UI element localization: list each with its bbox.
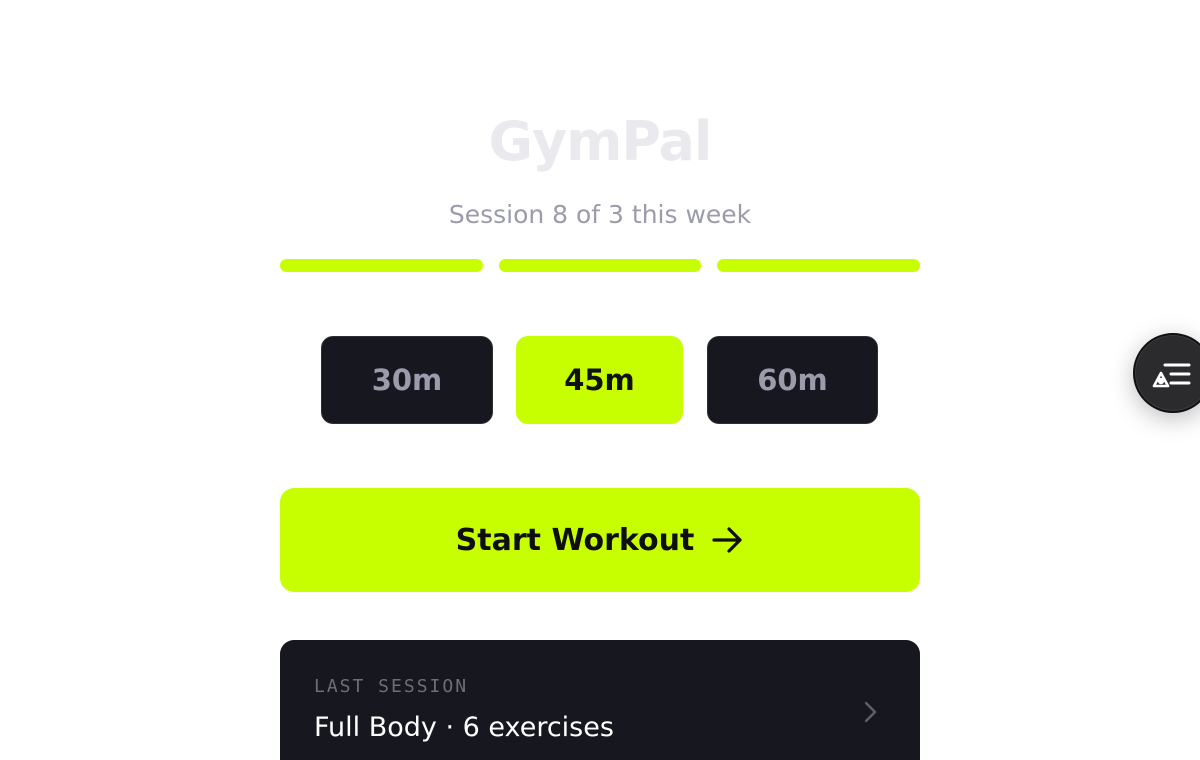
progress-segment bbox=[717, 259, 921, 272]
last-session-summary: Full Body · 6 exercises bbox=[314, 712, 614, 743]
session-counter: Session 8 of 3 this week bbox=[448, 200, 752, 229]
app-title: GymPal bbox=[488, 110, 713, 173]
last-session-card[interactable]: LAST SESSION Full Body · 6 exercises bbox=[280, 640, 920, 760]
duration-selector: 30m 45m 60m bbox=[0, 336, 1200, 424]
duration-option-45m[interactable]: 45m bbox=[516, 336, 683, 424]
last-session-label: LAST SESSION bbox=[314, 676, 469, 697]
weekly-progress-bar bbox=[280, 259, 921, 272]
arrow-right-icon bbox=[712, 526, 744, 554]
duration-option-60m[interactable]: 60m bbox=[707, 336, 878, 424]
app-screen: GymPal Session 8 of 3 this week 30m 45m … bbox=[0, 0, 1200, 760]
start-workout-button[interactable]: Start Workout bbox=[280, 488, 920, 592]
progress-segment bbox=[280, 259, 483, 272]
progress-segment bbox=[498, 259, 702, 272]
start-workout-label: Start Workout bbox=[455, 522, 695, 558]
duration-option-30m[interactable]: 30m bbox=[321, 336, 493, 424]
chevron-right-icon bbox=[860, 700, 880, 728]
